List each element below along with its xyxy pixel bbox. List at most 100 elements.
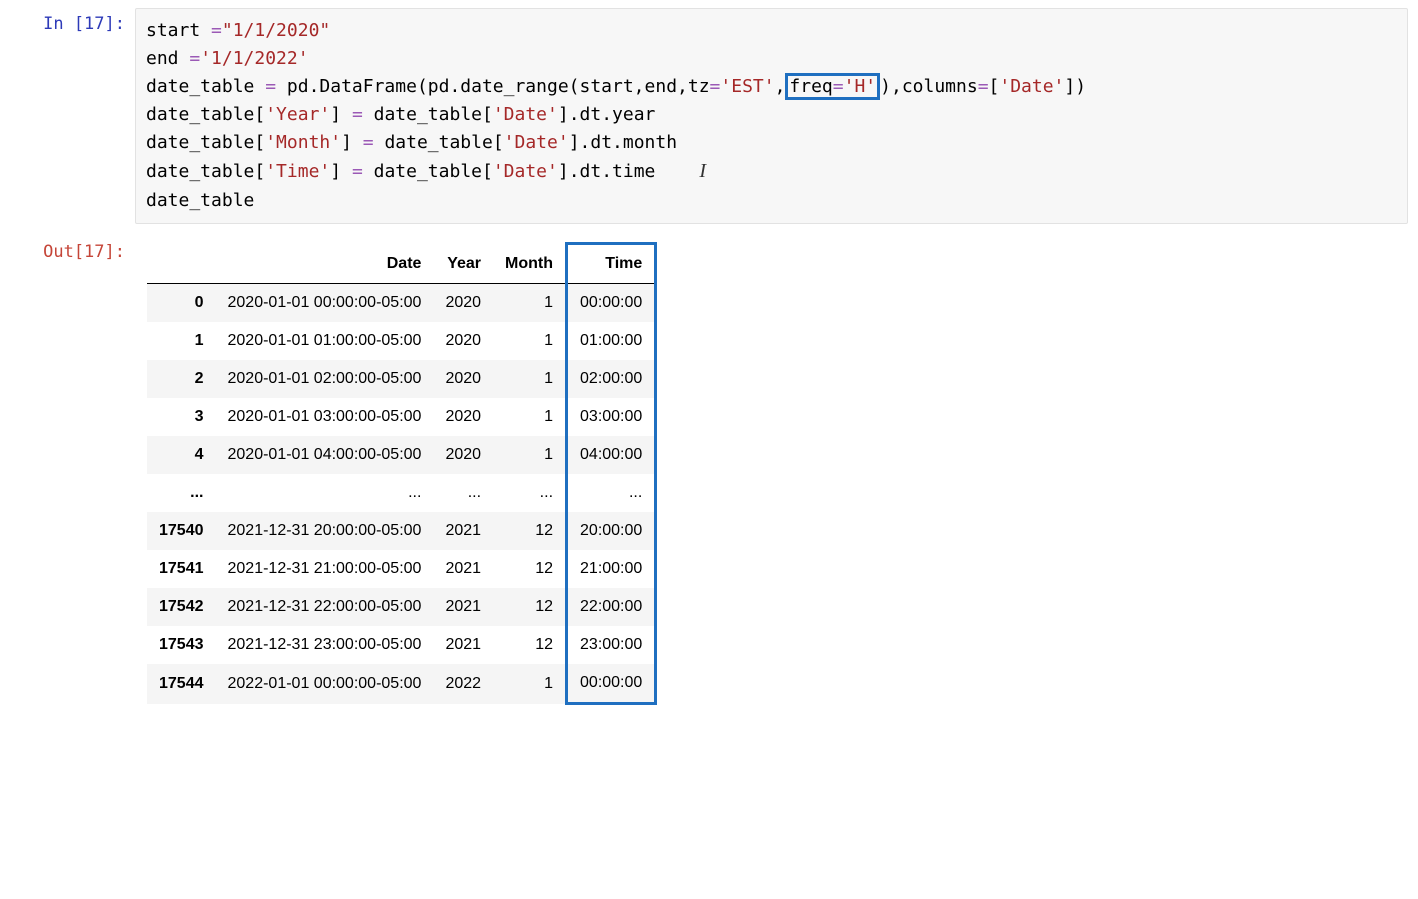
code-token: start [146, 20, 211, 41]
code-string: 'H' [844, 76, 877, 97]
cell-month: 1 [493, 436, 566, 474]
code-token: ] [330, 161, 352, 182]
row-index: 1 [147, 322, 216, 360]
col-header-year: Year [433, 244, 493, 284]
table-row: ............... [147, 474, 656, 512]
col-header-index [147, 244, 216, 284]
code-token: ]) [1064, 76, 1086, 97]
code-token: ].dt.time [558, 161, 656, 182]
cell-time: 01:00:00 [567, 322, 656, 360]
code-token: date_table[ [363, 161, 493, 182]
input-cell: In [17]: start ="1/1/2020" end ='1/1/202… [10, 8, 1408, 224]
cell-month: 1 [493, 664, 566, 704]
cell-year: 2021 [433, 626, 493, 664]
text-cursor-icon: I [699, 156, 706, 187]
table-row: 175432021-12-31 23:00:00-05:0020211223:0… [147, 626, 656, 664]
table-row: 175412021-12-31 21:00:00-05:0020211221:0… [147, 550, 656, 588]
table-row: 42020-01-01 04:00:00-05:002020104:00:00 [147, 436, 656, 474]
cell-date: 2021-12-31 21:00:00-05:00 [216, 550, 434, 588]
row-index: 17541 [147, 550, 216, 588]
cell-year: 2021 [433, 588, 493, 626]
code-token: = [211, 20, 222, 41]
cell-date: 2021-12-31 20:00:00-05:00 [216, 512, 434, 550]
cell-date: 2022-01-01 00:00:00-05:00 [216, 664, 434, 704]
cell-year: ... [433, 474, 493, 512]
code-token: date_table [146, 190, 254, 211]
code-token: end [146, 48, 189, 69]
cell-year: 2020 [433, 322, 493, 360]
code-token: date_table[ [146, 104, 265, 125]
code-string: 'Month' [265, 132, 341, 153]
code-string: '1/1/2022' [200, 48, 308, 69]
cell-month: 1 [493, 398, 566, 436]
cell-date: 2020-01-01 02:00:00-05:00 [216, 360, 434, 398]
code-token: = [352, 104, 363, 125]
cell-year: 2020 [433, 398, 493, 436]
table-row: 32020-01-01 03:00:00-05:002020103:00:00 [147, 398, 656, 436]
cell-month: ... [493, 474, 566, 512]
cell-date: 2020-01-01 01:00:00-05:00 [216, 322, 434, 360]
code-token: ].dt.month [569, 132, 677, 153]
cell-month: 1 [493, 284, 566, 323]
code-token: date_table[ [363, 104, 493, 125]
code-editor[interactable]: start ="1/1/2020" end ='1/1/2022' date_t… [135, 8, 1408, 224]
table-row: 175422021-12-31 22:00:00-05:0020211222:0… [147, 588, 656, 626]
row-index: 2 [147, 360, 216, 398]
cell-date: ... [216, 474, 434, 512]
cell-month: 1 [493, 360, 566, 398]
cell-month: 12 [493, 626, 566, 664]
row-index: 17542 [147, 588, 216, 626]
code-string: 'Year' [265, 104, 330, 125]
cell-year: 2020 [433, 360, 493, 398]
freq-highlight: freq='H' [785, 73, 880, 101]
cell-time: 23:00:00 [567, 626, 656, 664]
input-prompt: In [17]: [10, 8, 135, 34]
code-string: 'Date' [999, 76, 1064, 97]
row-index: 17540 [147, 512, 216, 550]
code-token: freq [789, 76, 832, 97]
cell-year: 2021 [433, 512, 493, 550]
row-index: 17543 [147, 626, 216, 664]
cell-month: 12 [493, 588, 566, 626]
code-token: = [189, 48, 200, 69]
row-index: 17544 [147, 664, 216, 704]
cell-date: 2021-12-31 22:00:00-05:00 [216, 588, 434, 626]
code-string: 'Time' [265, 161, 330, 182]
table-row: 02020-01-01 00:00:00-05:002020100:00:00 [147, 284, 656, 323]
cell-date: 2020-01-01 00:00:00-05:00 [216, 284, 434, 323]
cell-time: 03:00:00 [567, 398, 656, 436]
code-string: 'Date' [504, 132, 569, 153]
row-index: 3 [147, 398, 216, 436]
code-token: = [978, 76, 989, 97]
cell-time: 04:00:00 [567, 436, 656, 474]
cell-month: 12 [493, 550, 566, 588]
cell-time: 22:00:00 [567, 588, 656, 626]
code-string: "1/1/2020" [222, 20, 330, 41]
code-token: date_table[ [374, 132, 504, 153]
cell-year: 2020 [433, 436, 493, 474]
cell-year: 2020 [433, 284, 493, 323]
code-string: 'Date' [493, 104, 558, 125]
code-token: date_table[ [146, 132, 265, 153]
code-token: [ [989, 76, 1000, 97]
code-token: = [352, 161, 363, 182]
code-token: ] [330, 104, 352, 125]
output-area: Date Year Month Time 02020-01-01 00:00:0… [135, 236, 1408, 711]
cell-date: 2020-01-01 03:00:00-05:00 [216, 398, 434, 436]
cell-time: 21:00:00 [567, 550, 656, 588]
cell-time: 02:00:00 [567, 360, 656, 398]
cell-time: 20:00:00 [567, 512, 656, 550]
dataframe-table: Date Year Month Time 02020-01-01 00:00:0… [147, 242, 657, 705]
code-token: ),columns [880, 76, 978, 97]
row-index: ... [147, 474, 216, 512]
col-header-month: Month [493, 244, 566, 284]
row-index: 0 [147, 284, 216, 323]
cell-date: 2021-12-31 23:00:00-05:00 [216, 626, 434, 664]
table-row: 12020-01-01 01:00:00-05:002020101:00:00 [147, 322, 656, 360]
table-row: 22020-01-01 02:00:00-05:002020102:00:00 [147, 360, 656, 398]
cell-date: 2020-01-01 04:00:00-05:00 [216, 436, 434, 474]
cell-time: ... [567, 474, 656, 512]
code-token: = [833, 76, 844, 97]
code-token: , [775, 76, 786, 97]
col-header-date: Date [216, 244, 434, 284]
